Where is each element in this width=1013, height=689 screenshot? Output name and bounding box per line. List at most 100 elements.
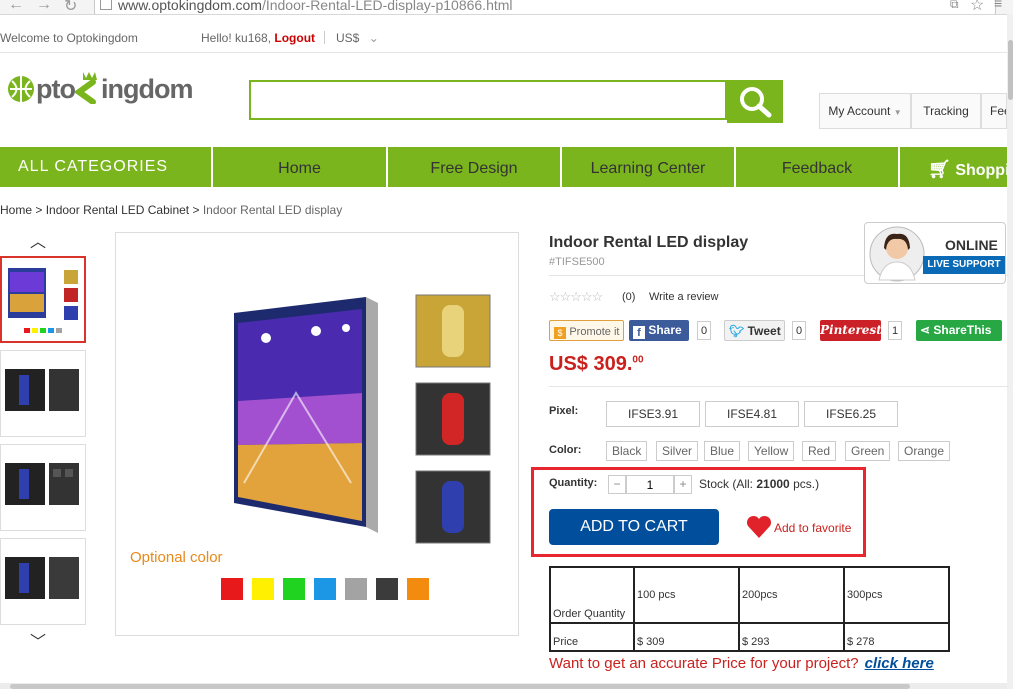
search-box: [249, 80, 727, 120]
thumbnail-4[interactable]: [0, 538, 86, 625]
swatch-red: [221, 578, 243, 600]
table-header-cell: 100 pcs: [633, 566, 740, 624]
pinterest-button[interactable]: Pinterest: [820, 320, 882, 341]
sharethis-button[interactable]: ⋖ ShareThis: [916, 320, 1002, 341]
thumbs-up-arrow-icon[interactable]: ︿: [30, 228, 46, 252]
nav-home[interactable]: Home: [211, 147, 386, 187]
breadcrumb: Home > Indoor Rental LED Cabinet > Indoo…: [0, 203, 343, 217]
feedback-button[interactable]: Fee: [981, 93, 1007, 129]
color-option-orange[interactable]: Orange: [898, 441, 951, 461]
logo-ball-icon: [8, 76, 34, 102]
thumbnail-1[interactable]: [0, 256, 86, 343]
nav-learning-center[interactable]: Learning Center: [560, 147, 734, 187]
logo-text-1: pto: [36, 74, 76, 104]
price-table: Order Quantity 100 pcs 200pcs 300pcs Pri…: [549, 566, 950, 652]
click-here-link[interactable]: click here: [865, 655, 934, 672]
price-cents: 00: [632, 354, 644, 366]
swatch-silver: [345, 578, 367, 600]
pixel-option-6-25[interactable]: IFSE6.25: [804, 401, 898, 427]
color-option-blue[interactable]: Blue: [704, 441, 741, 461]
color-label: Color:: [549, 444, 582, 456]
color-option-red[interactable]: Red: [802, 441, 837, 461]
pixel-option-3-91[interactable]: IFSE3.91: [606, 401, 700, 427]
divider: [549, 386, 1009, 387]
topbar-divider: [324, 31, 325, 44]
my-account-button[interactable]: My Account ▼: [819, 93, 911, 129]
quantity-increase-button[interactable]: +: [674, 475, 692, 494]
thumbnail-2-image: [5, 369, 79, 411]
color-option-yellow[interactable]: Yellow: [748, 441, 795, 461]
swatch-black: [376, 578, 398, 600]
bookmark-star-icon[interactable]: ☆: [970, 0, 984, 14]
add-to-favorite-link[interactable]: Add to favorite: [774, 521, 851, 535]
color-option-green[interactable]: Green: [845, 441, 891, 461]
user-greeting: Hello! ku168, Logout: [201, 31, 315, 45]
logout-link[interactable]: Logout: [274, 31, 315, 45]
product-main-image[interactable]: [115, 232, 519, 636]
extension-icon[interactable]: ⧉: [950, 0, 959, 12]
breadcrumb-home[interactable]: Home: [0, 203, 32, 217]
facebook-share-button[interactable]: f Share: [629, 320, 689, 341]
greeting-text: Hello! ku168,: [201, 31, 272, 45]
forward-icon[interactable]: →: [36, 0, 52, 14]
sharethis-label: ShareThis: [933, 323, 992, 337]
site-logo[interactable]: pto ingdom: [6, 70, 193, 105]
quantity-decrease-button[interactable]: −: [608, 475, 626, 494]
table-row: Order Quantity 100 pcs 200pcs 300pcs: [549, 566, 950, 624]
topbar-separator: [0, 52, 1007, 53]
swatch-green: [283, 578, 305, 600]
accurate-price-prompt: Want to get an accurate Price for your p…: [549, 655, 934, 672]
breadcrumb-category[interactable]: Indoor Rental LED Cabinet: [46, 203, 189, 217]
price-main: US$ 309.: [549, 353, 633, 375]
search-input[interactable]: [251, 82, 725, 118]
reload-icon[interactable]: ↻: [64, 0, 77, 14]
pinterest-count: 1: [888, 321, 902, 340]
table-cell: Price: [549, 622, 635, 652]
breadcrumb-current: Indoor Rental LED display: [202, 203, 343, 217]
quantity-input[interactable]: [626, 475, 674, 494]
product-title: Indoor Rental LED display: [549, 234, 749, 251]
vertical-scrollbar[interactable]: [1007, 14, 1013, 689]
live-support-widget[interactable]: ONLINE LIVE SUPPORT: [864, 222, 1006, 284]
rating-count: (0): [622, 291, 636, 303]
horizontal-scroll-thumb[interactable]: [10, 684, 910, 689]
write-review-link[interactable]: Write a review: [649, 291, 718, 303]
stock-prefix: Stock (All:: [699, 477, 754, 491]
thumbnail-1-image: [8, 268, 78, 333]
stock-suffix: pcs.): [793, 477, 820, 491]
quantity-label: Quantity:: [549, 477, 598, 489]
vertical-scroll-thumb[interactable]: [1008, 40, 1013, 100]
currency-selector[interactable]: US$ ⌄: [336, 31, 379, 45]
table-header-cell: 300pcs: [843, 566, 950, 624]
table-header-cell: Order Quantity: [549, 566, 635, 624]
thumbs-down-arrow-icon[interactable]: ﹀: [30, 628, 46, 652]
pixel-option-4-81[interactable]: IFSE4.81: [705, 401, 799, 427]
tracking-button[interactable]: Tracking: [911, 93, 981, 129]
thumbnail-2[interactable]: [0, 350, 86, 437]
back-icon[interactable]: ←: [8, 0, 24, 14]
nav-shopping-cart[interactable]: 🛒︎ Shoppi: [898, 147, 1007, 187]
color-option-silver[interactable]: Silver: [656, 441, 699, 461]
search-button[interactable]: [727, 80, 783, 123]
currency-label: US$: [336, 31, 360, 45]
welcome-text: Welcome to Optokingdom: [0, 31, 138, 45]
tweet-button[interactable]: 🐦︎ Tweet: [724, 320, 785, 341]
swatch-yellow: [252, 578, 274, 600]
menu-icon[interactable]: ≡: [994, 0, 1002, 11]
thumbnail-4-image: [5, 557, 79, 599]
thumbnail-3[interactable]: [0, 444, 86, 531]
page-icon: [100, 0, 112, 10]
color-option-black[interactable]: Black: [606, 441, 648, 461]
all-categories-menu[interactable]: ALL CATEGORIES: [0, 147, 211, 187]
heart-icon[interactable]: [746, 515, 772, 544]
nav-free-design[interactable]: Free Design: [386, 147, 560, 187]
my-account-label: My Account: [828, 104, 891, 118]
rating-stars-icon[interactable]: ☆☆☆☆☆: [549, 289, 603, 305]
add-to-cart-button[interactable]: ADD TO CART: [549, 509, 719, 545]
nav-feedback[interactable]: Feedback: [734, 147, 898, 187]
live-support-text: LIVE SUPPORT: [923, 256, 1005, 274]
sharethis-icon: ⋖: [920, 323, 931, 337]
shopping-cart-label: Shoppi: [955, 162, 1007, 179]
support-agent-icon: [869, 226, 925, 282]
promote-button[interactable]: $ Promote it: [549, 320, 624, 341]
